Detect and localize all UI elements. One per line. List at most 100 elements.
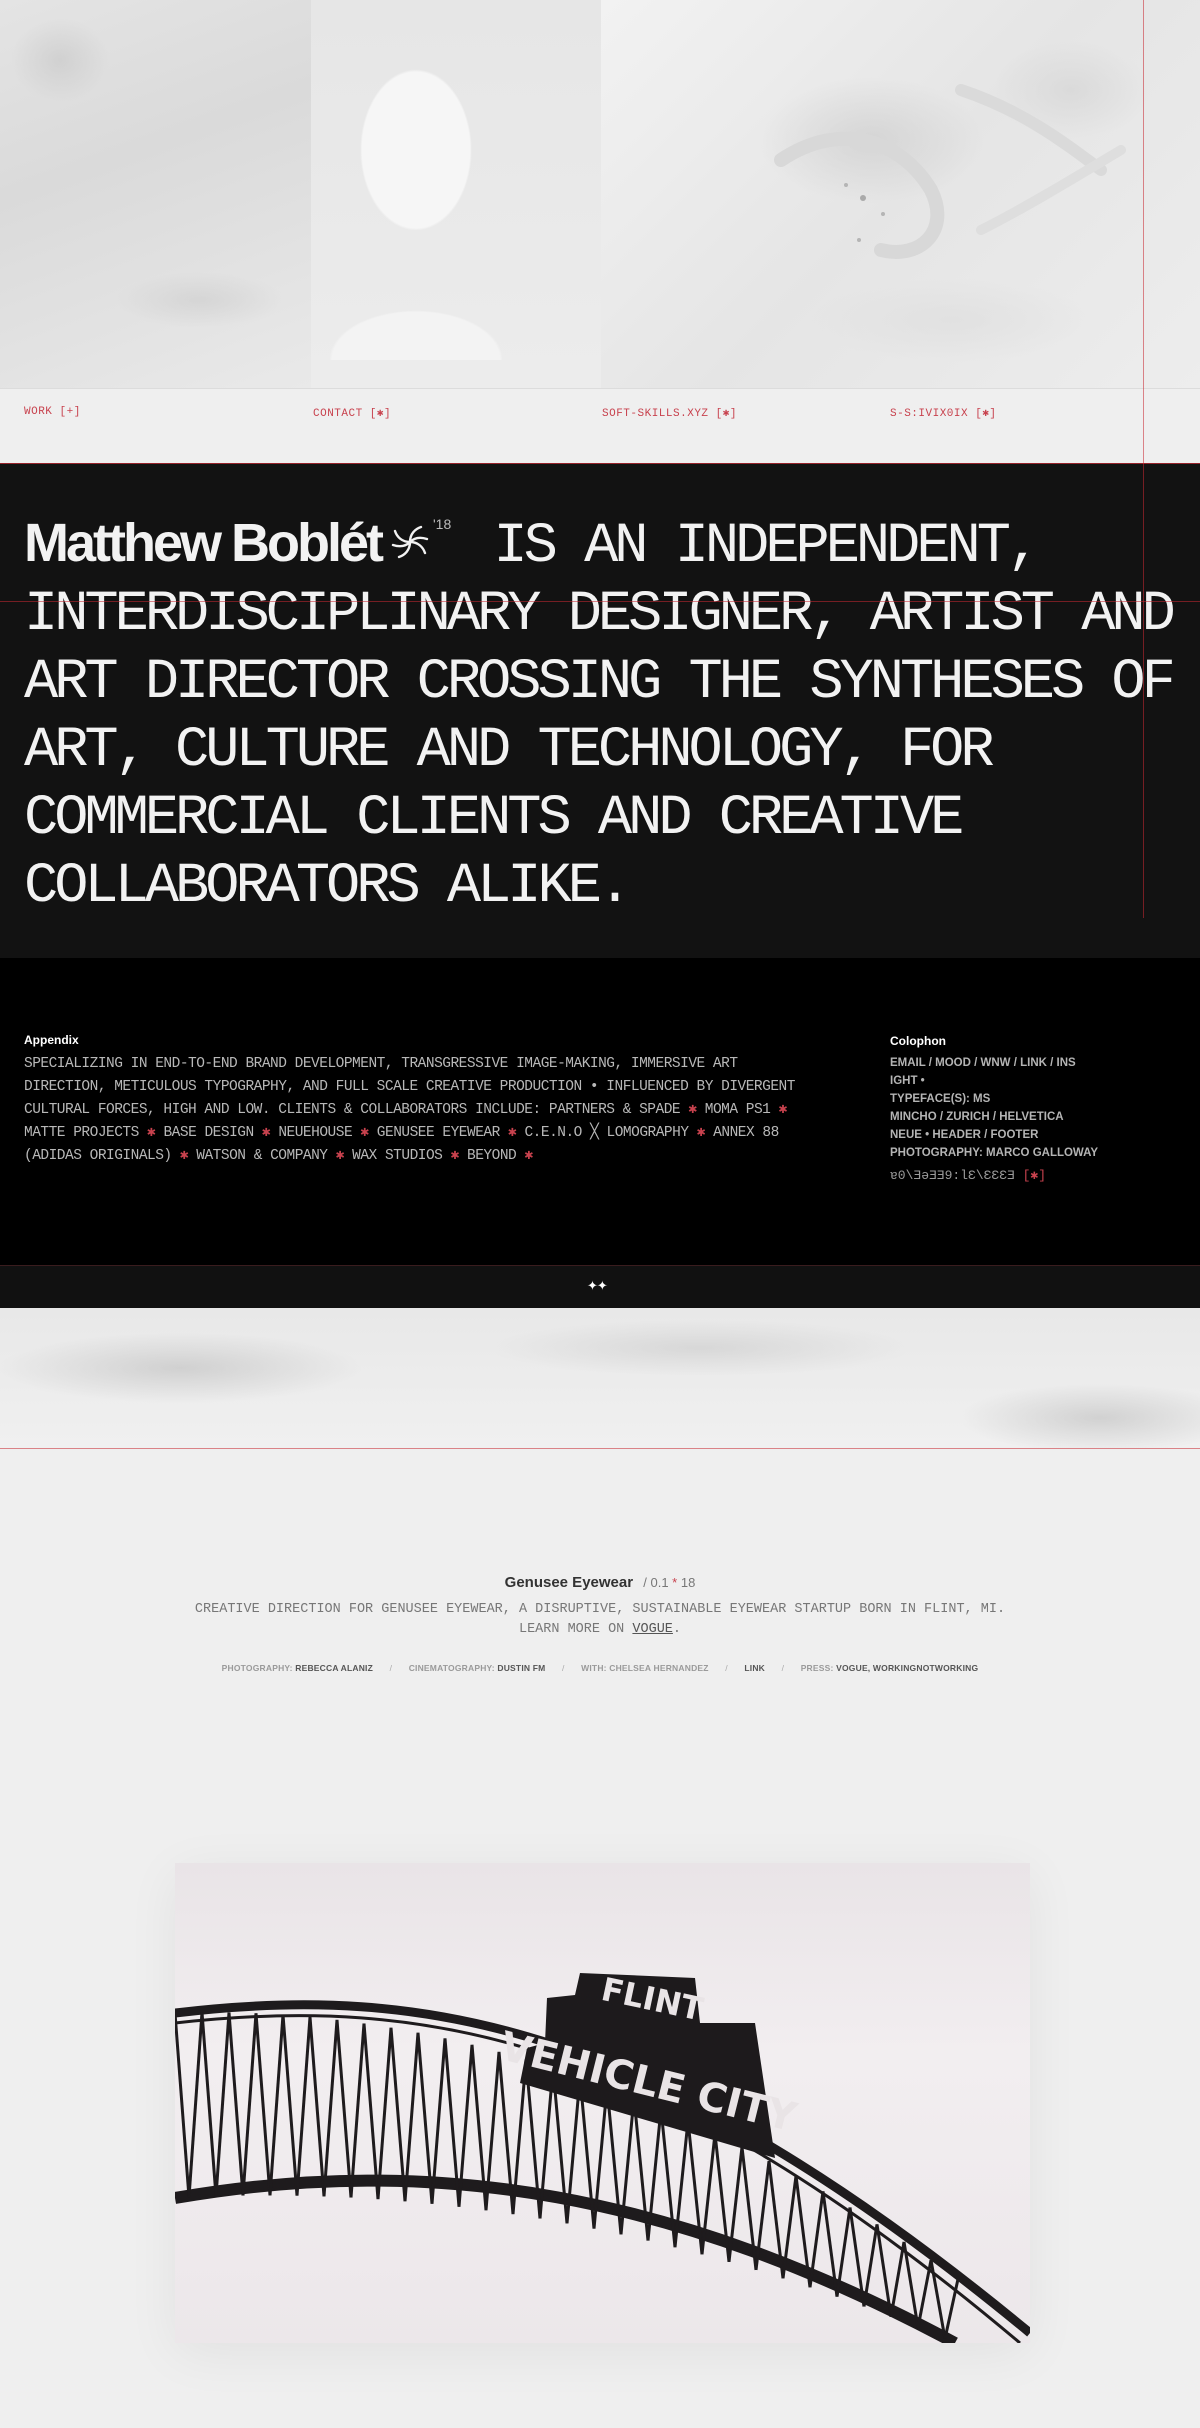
arch-strut [376, 2027, 393, 2200]
colophon-version: ɐ0\ƎǝƎƎ9:ƖƐ\ƐƐƐƎ [✱] [890, 1168, 1046, 1183]
credit-label: WITH: CHELSEA HERNANDEZ [581, 1663, 709, 1673]
credit-value: DUSTIN FM [497, 1663, 546, 1673]
client-item: GENUSEE EYEWEAR [376, 1125, 501, 1141]
star-separator: ✱ [261, 1125, 271, 1141]
star-separator: ✱ [360, 1125, 369, 1141]
hero-photo-3 [601, 0, 1200, 388]
project-year: 18 [680, 1575, 696, 1590]
arch-strut [295, 2016, 312, 2196]
nav-contact-link[interactable]: CONTACT [✱] [313, 406, 391, 420]
star-separator: ✱ [450, 1148, 460, 1164]
arch-strut [322, 2019, 339, 2197]
client-item: MOMA PS1 [704, 1102, 771, 1118]
project-image-flint-arch[interactable]: FLINT VEHICLE CITY [175, 1863, 1030, 2343]
credit-separator: / [562, 1663, 565, 1673]
star-separator: ✱ [696, 1125, 706, 1141]
project-credits: PHOTOGRAPHY: REBECCA ALANIZ / CINEMATOGR… [0, 1663, 1200, 1673]
appendix-section: Appendix SPECIALIZING IN END-TO-END BRAN… [0, 958, 1200, 1265]
arch-strut [227, 2012, 245, 2196]
intro-section: Matthew Boblét '18 IS AN INDEPENDENT, IN… [0, 463, 1200, 960]
hero-photo-2 [311, 0, 601, 388]
colophon-line: IGHT • [890, 1075, 925, 1087]
colophon-line: MINCHO / ZURICH / HELVETICA [890, 1111, 1064, 1123]
credit-label: PHOTOGRAPHY: [221, 1663, 293, 1673]
credit-label: CINEMATOGRAPHY: [408, 1663, 495, 1673]
star-separator: ✱ [335, 1148, 345, 1164]
credit-separator: / [725, 1663, 728, 1673]
nav-work-link[interactable]: WORK [+] [24, 406, 81, 418]
project-description-text: CREATIVE DIRECTION FOR GENUSEE EYEWEAR, … [194, 1602, 1006, 1617]
version-text: ɐ0\ƎǝƎƎ9:ƖƐ\ƐƐƐƎ [890, 1168, 1015, 1183]
guide-line-horizontal [0, 463, 1200, 464]
client-item: C.E.N.O ╳ LOMOGRAPHY [524, 1125, 689, 1141]
intro-statement-text: IS AN INDEPENDENT, INTERDISCIPLINARY DES… [24, 515, 1176, 919]
star-separator: ✱ [778, 1102, 788, 1118]
credit-label: PRESS: [800, 1663, 834, 1673]
credit-separator: / [389, 1663, 393, 1673]
arch-strut [916, 2259, 933, 2328]
intro-statement: Matthew Boblét '18 IS AN INDEPENDENT, IN… [24, 490, 1184, 921]
client-item: NEUEHOUSE [278, 1125, 353, 1141]
credit-value: REBECCA ALANIZ [295, 1663, 373, 1673]
arch-strut [187, 2012, 204, 2198]
guide-line-horizontal [0, 601, 1200, 602]
client-item: BEYOND [467, 1148, 517, 1164]
guide-line-vertical [1143, 0, 1144, 918]
arch-strut [200, 2012, 218, 2197]
arch-strut [175, 2012, 191, 2198]
colophon-line: NEUE • HEADER / FOOTER [890, 1129, 1039, 1141]
hero-photo-strip [0, 0, 1200, 388]
arch-strut [214, 2012, 231, 2197]
client-item: MATTE PROJECTS [24, 1125, 139, 1141]
colophon-line: PHOTOGRAPHY: MARCO GALLOWAY [890, 1147, 1099, 1159]
project-title-row: Genusee Eyewear / 0.1 * 18 [0, 1574, 1200, 1591]
footer-toggle-bar: ✦✦ [0, 1265, 1200, 1309]
project-description: CREATIVE DIRECTION FOR GENUSEE EYEWEAR, … [194, 1602, 1006, 1637]
star-separator: ✱ [147, 1125, 156, 1141]
credit-link[interactable]: LINK [744, 1663, 765, 1673]
top-nav: WORK [+] CONTACT [✱] SOFT-SKILLS.XYZ [✱]… [0, 388, 1200, 464]
star-separator: ✱ [179, 1148, 189, 1164]
diamond-pair-icon[interactable]: ✦✦ [587, 1278, 608, 1294]
blurred-photo-band [0, 1308, 1200, 1448]
appendix-intro: SPECIALIZING IN END-TO-END BRAND DEVELOP… [24, 1056, 795, 1118]
star-separator: ✱ [524, 1148, 533, 1164]
flint-sign: FLINT VEHICLE CITY [495, 1970, 802, 2158]
designer-name: Matthew Boblét [24, 513, 384, 573]
project-index: / 0.1 [643, 1575, 669, 1590]
client-item: WATSON & COMPANY [196, 1148, 328, 1164]
hero-photo-1 [0, 0, 311, 388]
arch-strut [241, 2013, 258, 2196]
nav-soft-skills-link[interactable]: SOFT-SKILLS.XYZ [✱] [602, 406, 737, 420]
credit-separator: / [781, 1663, 785, 1673]
flint-arch-illustration: FLINT VEHICLE CITY [175, 1970, 1030, 2343]
nav-ss-link[interactable]: S-S:IVIX0IX [✱] [890, 406, 997, 420]
hands-silhouette [774, 84, 1126, 259]
appendix-title: Appendix [24, 1033, 79, 1047]
arch-strut [335, 2019, 353, 2198]
arch-strut [268, 2014, 285, 2196]
arch-strut [362, 2023, 380, 2200]
star-separator: ✱ [688, 1102, 697, 1118]
project-meta: / 0.1 * 18 [643, 1575, 695, 1590]
star-separator: ✱ [508, 1125, 517, 1141]
project-star: * [672, 1575, 678, 1590]
client-item: WAX STUDIOS [352, 1148, 443, 1164]
project-name[interactable]: Genusee Eyewear [505, 1574, 633, 1591]
credit-value: VOGUE, WORKINGNOTWORKING [836, 1663, 979, 1673]
guide-line-horizontal [0, 1448, 1200, 1449]
colophon-line: TYPEFACE(S): MS [890, 1093, 991, 1105]
version-badge: [✱] [1022, 1168, 1047, 1183]
client-item: BASE DESIGN [163, 1125, 254, 1141]
arch-strut [308, 2016, 326, 2197]
arch-strut [349, 2023, 366, 2198]
learn-more-prefix: LEARN MORE ON [518, 1622, 625, 1637]
year-superscript: '18 [433, 516, 452, 532]
colophon-links[interactable]: EMAIL / MOOD / WNW / LINK / INS [890, 1054, 1140, 1072]
colophon-title: Colophon [890, 1034, 946, 1048]
colophon-list: EMAIL / MOOD / WNW / LINK / INS IGHT • T… [890, 1054, 1140, 1162]
appendix-body: SPECIALIZING IN END-TO-END BRAND DEVELOP… [24, 1053, 824, 1168]
arch-strut [254, 2013, 272, 2196]
learn-more-link[interactable]: VOGUE [632, 1622, 673, 1637]
arch-strut [889, 2241, 906, 2318]
